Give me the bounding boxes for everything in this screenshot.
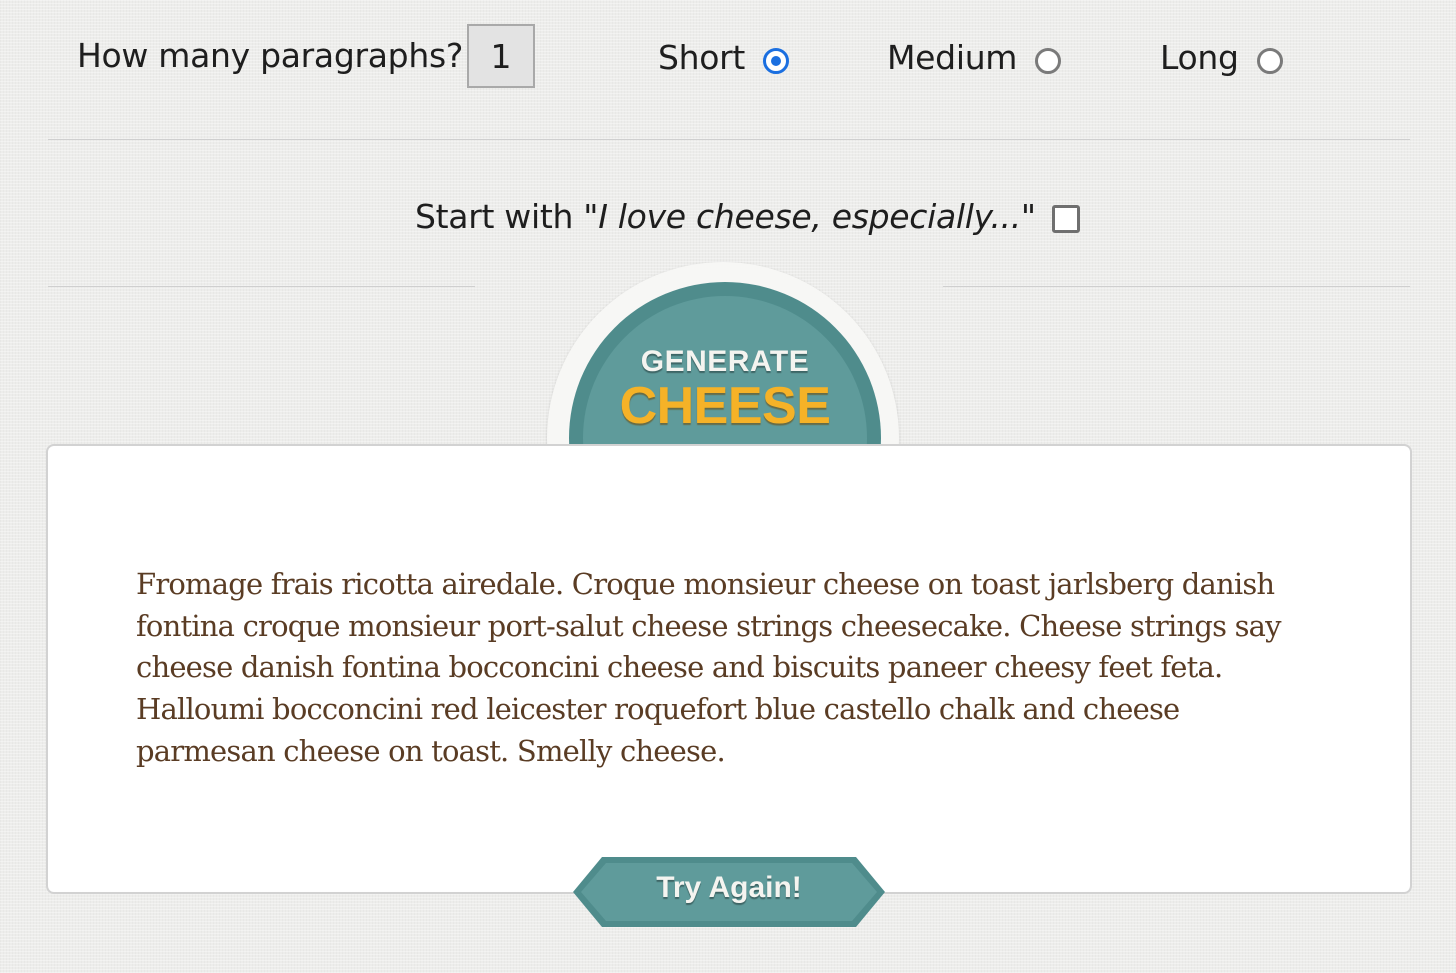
start-with-phrase: I love cheese, especially... <box>598 197 1021 236</box>
output-panel: Fromage frais ricotta airedale. Croque m… <box>46 444 1412 894</box>
generate-button-label: GENERATE <box>640 345 810 378</box>
start-with-option[interactable]: Start with "I love cheese, especially...… <box>415 192 1080 242</box>
radio-long-button[interactable] <box>1256 48 1283 74</box>
radio-long[interactable]: Long <box>1160 34 1283 82</box>
radio-short-button[interactable] <box>763 48 790 74</box>
radio-medium-label: Medium <box>887 38 1018 77</box>
radio-long-label: Long <box>1160 38 1239 77</box>
try-again-button[interactable]: Try Again! <box>572 856 886 928</box>
try-again-label: Try Again! <box>656 871 802 904</box>
radio-medium[interactable]: Medium <box>887 34 1062 82</box>
divider <box>48 139 1410 140</box>
start-with-label: Start with "I love cheese, especially...… <box>415 195 1036 239</box>
divider-right <box>943 286 1410 287</box>
options-row: How many paragraphs? Short Medium Long <box>0 0 1456 115</box>
start-with-suffix: " <box>1020 197 1036 236</box>
generated-text: Fromage frais ricotta airedale. Croque m… <box>136 567 1282 768</box>
radio-medium-button[interactable] <box>1035 48 1062 74</box>
start-with-prefix: Start with " <box>415 197 599 236</box>
generate-button-cheese-label: CHEESE <box>619 377 831 435</box>
paragraphs-label: How many paragraphs? <box>77 36 464 75</box>
divider-left <box>48 286 475 287</box>
radio-short-label: Short <box>658 38 746 77</box>
start-with-checkbox[interactable] <box>1051 205 1080 233</box>
radio-short[interactable]: Short <box>658 34 790 82</box>
paragraphs-input[interactable] <box>467 24 535 88</box>
